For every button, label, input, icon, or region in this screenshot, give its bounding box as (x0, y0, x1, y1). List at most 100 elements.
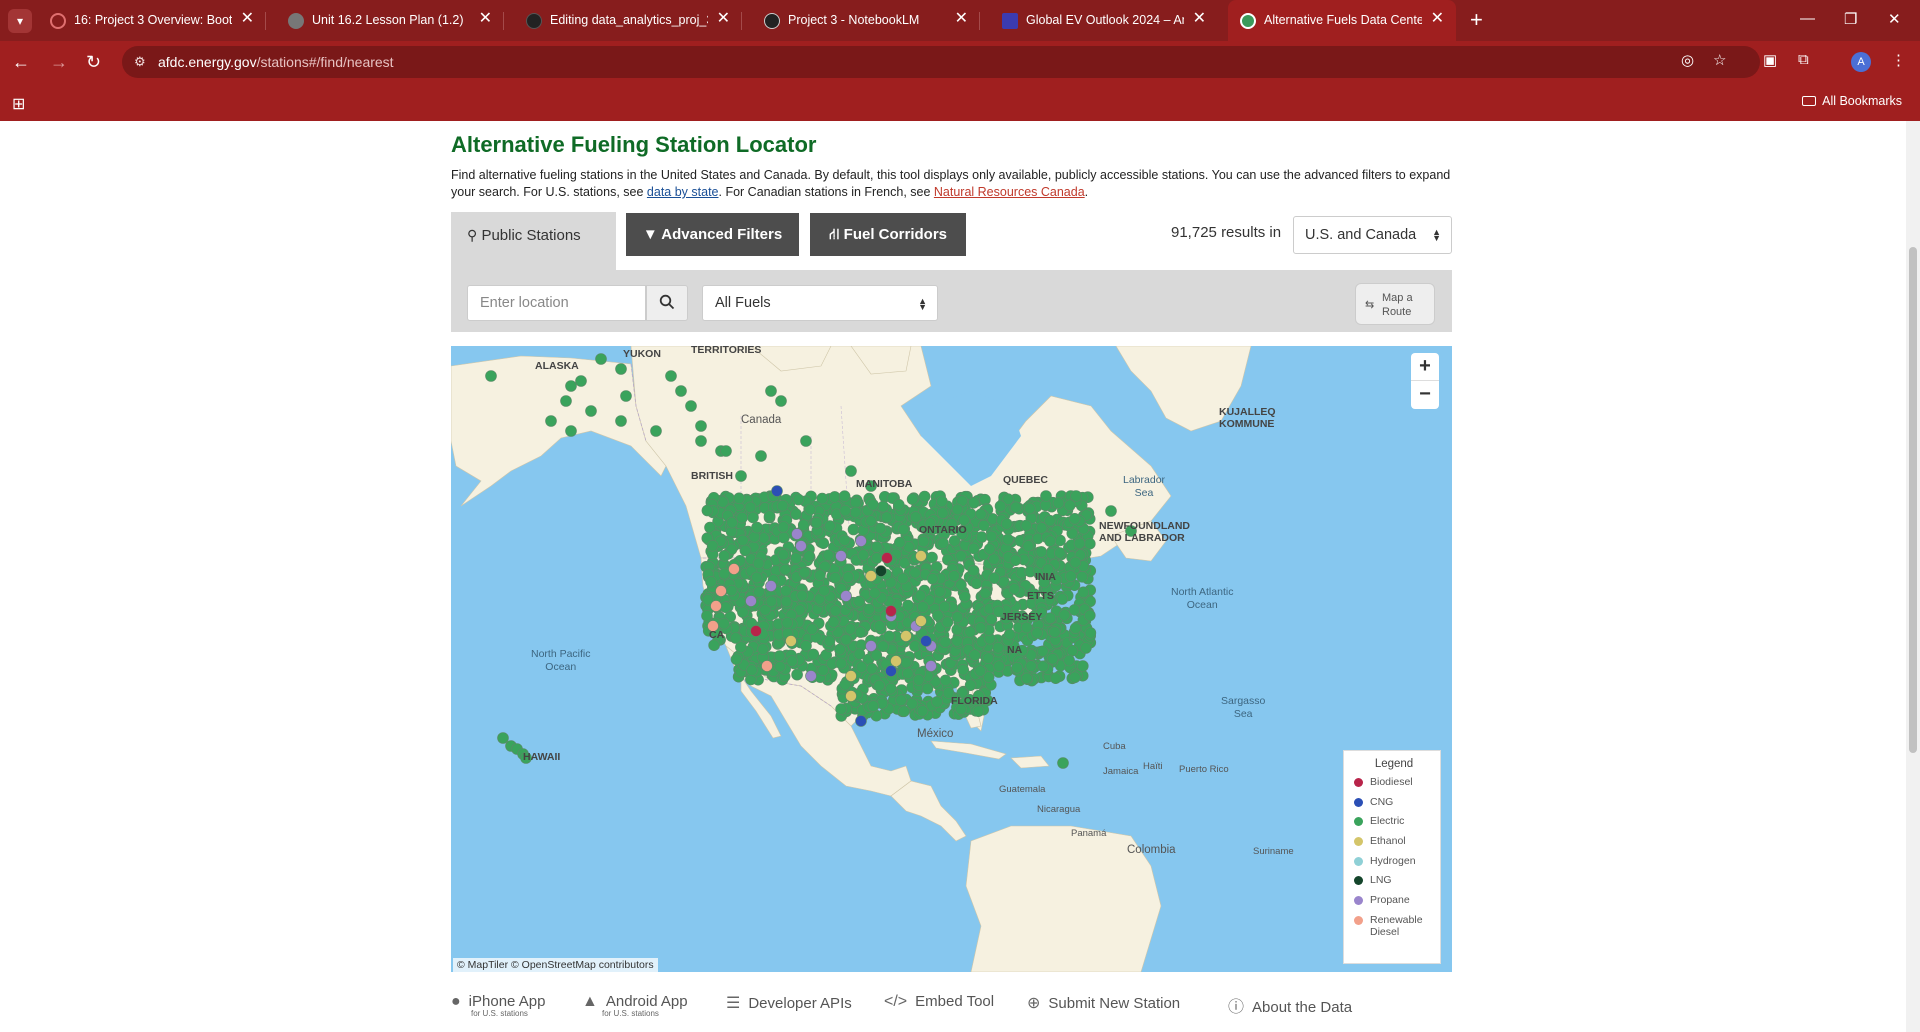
station-marker[interactable] (1076, 571, 1089, 583)
station-marker[interactable] (650, 425, 662, 437)
station-marker[interactable] (733, 492, 745, 505)
bookmark-star-icon[interactable]: ☆ (1713, 51, 1726, 69)
station-marker[interactable] (1069, 622, 1082, 635)
station-marker[interactable] (701, 504, 714, 517)
station-marker[interactable] (899, 656, 912, 669)
station-marker[interactable] (975, 508, 987, 521)
station-marker[interactable] (845, 465, 857, 477)
station-marker[interactable] (777, 548, 790, 561)
station-marker[interactable] (1044, 535, 1057, 547)
station-marker[interactable] (729, 632, 742, 644)
station-marker[interactable] (792, 493, 805, 506)
station-marker[interactable] (885, 605, 897, 617)
station-marker[interactable] (1020, 672, 1033, 685)
station-markers[interactable] (451, 346, 1452, 972)
station-marker[interactable] (834, 643, 846, 656)
station-marker[interactable] (796, 589, 809, 602)
station-marker[interactable] (906, 493, 919, 505)
station-marker[interactable] (805, 670, 817, 682)
apps-grid-icon[interactable]: ⊞ (12, 94, 25, 114)
station-marker[interactable] (948, 570, 961, 582)
station-marker[interactable] (906, 697, 919, 710)
station-marker[interactable] (1043, 514, 1056, 527)
station-marker[interactable] (912, 674, 925, 686)
station-marker[interactable] (585, 405, 597, 417)
tab-search-chevron-icon[interactable]: ▾ (8, 9, 32, 33)
station-marker[interactable] (838, 534, 851, 547)
station-marker[interactable] (705, 576, 717, 588)
station-marker[interactable] (951, 503, 964, 516)
station-marker[interactable] (720, 445, 732, 457)
embed-tool-link[interactable]: </> Embed Tool (884, 993, 994, 1011)
browser-tab-active[interactable]: Alternative Fuels Data Center: A ✕ (1228, 0, 1456, 41)
station-marker[interactable] (885, 682, 897, 695)
station-marker[interactable] (875, 565, 887, 577)
station-marker[interactable] (1068, 513, 1081, 525)
browser-tab-2[interactable]: Unit 16.2 Lesson Plan (1.2) ✕ (276, 0, 504, 41)
station-marker[interactable] (800, 639, 812, 652)
station-marker[interactable] (931, 696, 943, 708)
station-marker[interactable] (854, 626, 867, 638)
station-marker[interactable] (1020, 519, 1033, 532)
region-select[interactable]: U.S. and Canada ▲ ▼ (1293, 216, 1452, 254)
station-marker[interactable] (752, 557, 765, 570)
station-marker[interactable] (974, 621, 987, 634)
station-marker[interactable] (773, 650, 786, 662)
station-marker[interactable] (798, 566, 811, 579)
station-marker[interactable] (870, 552, 883, 564)
station-marker[interactable] (750, 571, 763, 584)
station-marker[interactable] (1052, 497, 1065, 509)
station-marker[interactable] (791, 668, 803, 681)
station-marker[interactable] (883, 630, 896, 643)
tab-fuel-corridors[interactable]: ⛙ Fuel Corridors (810, 213, 966, 256)
station-marker[interactable] (921, 682, 934, 695)
station-marker[interactable] (917, 601, 929, 613)
station-marker[interactable] (575, 375, 587, 387)
station-marker[interactable] (765, 385, 777, 397)
station-marker[interactable] (726, 516, 738, 529)
station-marker[interactable] (745, 595, 757, 607)
station-marker[interactable] (1036, 645, 1049, 658)
all-bookmarks-button[interactable]: All Bookmarks (1802, 94, 1902, 108)
station-marker[interactable] (838, 490, 851, 502)
station-marker[interactable] (1070, 490, 1082, 502)
station-marker[interactable] (774, 660, 786, 673)
station-marker[interactable] (736, 511, 748, 524)
station-marker[interactable] (1053, 547, 1066, 559)
station-marker[interactable] (870, 541, 883, 553)
site-info-icon[interactable]: ⚙ (134, 54, 146, 70)
station-marker[interactable] (828, 491, 841, 503)
tab-advanced-filters[interactable]: ▼ Advanced Filters (626, 213, 799, 256)
station-marker[interactable] (757, 643, 769, 655)
station-marker[interactable] (814, 569, 826, 581)
station-marker[interactable] (1010, 501, 1022, 514)
station-marker[interactable] (1083, 537, 1096, 550)
station-marker[interactable] (1022, 540, 1035, 552)
about-the-data-link[interactable]: ⓘ About the Data (1228, 993, 1352, 1017)
station-map[interactable]: ALASKA YUKON TERRITORIES Canada MANITOBA… (451, 346, 1452, 972)
station-marker[interactable] (1031, 627, 1043, 639)
station-marker[interactable] (835, 550, 847, 562)
station-marker[interactable] (993, 660, 1005, 673)
station-marker[interactable] (719, 601, 732, 614)
station-marker[interactable] (806, 623, 818, 636)
station-marker[interactable] (1048, 626, 1061, 638)
station-marker[interactable] (909, 567, 921, 579)
station-marker[interactable] (790, 552, 802, 564)
station-marker[interactable] (695, 435, 707, 447)
menu-dots-icon[interactable]: ⋮ (1891, 51, 1906, 69)
station-marker[interactable] (985, 530, 998, 543)
station-marker[interactable] (865, 640, 877, 652)
station-marker[interactable] (909, 511, 922, 523)
station-marker[interactable] (994, 500, 1007, 512)
reload-icon[interactable]: ↻ (86, 51, 101, 73)
station-marker[interactable] (1077, 586, 1090, 599)
eye-off-icon[interactable]: ◎ (1681, 51, 1694, 69)
station-marker[interactable] (992, 641, 1004, 654)
station-marker[interactable] (807, 648, 820, 661)
station-marker[interactable] (897, 523, 910, 536)
station-marker[interactable] (497, 732, 509, 744)
station-marker[interactable] (1063, 654, 1075, 667)
close-window-icon[interactable]: ✕ (1888, 10, 1901, 28)
station-marker[interactable] (915, 615, 927, 627)
